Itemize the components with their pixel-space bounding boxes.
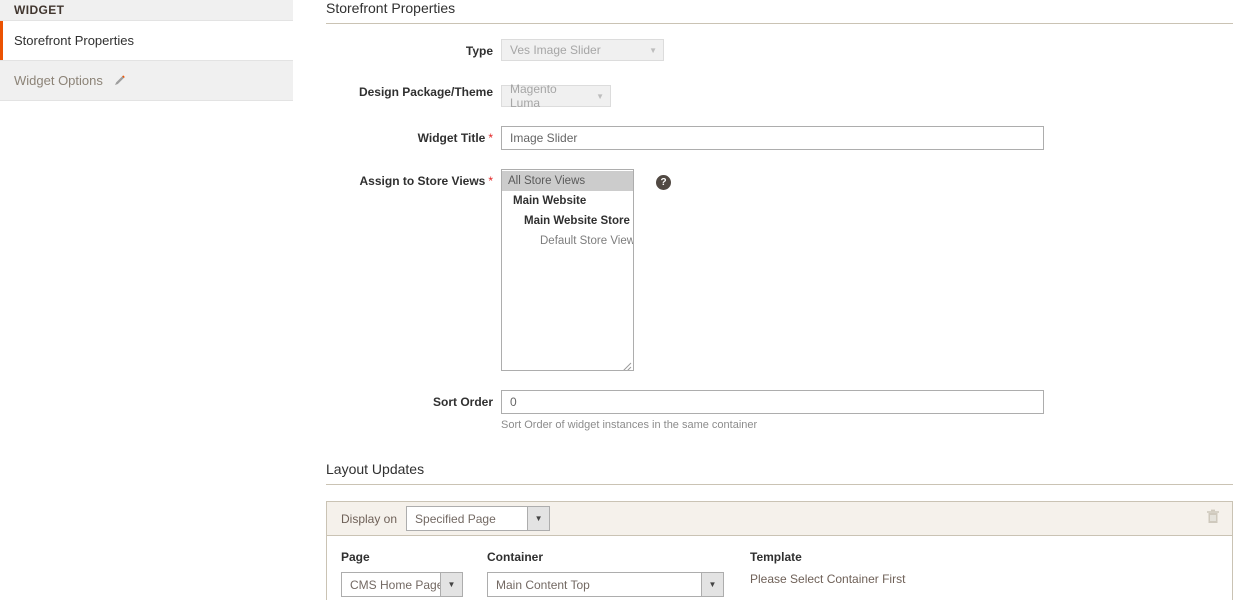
store-view-option-view[interactable]: Default Store View <box>502 231 633 251</box>
layout-update-row: Display on Specified Page ▼ <box>326 501 1233 600</box>
field-row-type: Type Ves Image Slider ▼ <box>326 39 1234 61</box>
field-row-store-views: Assign to Store Views* All Store Views M… <box>326 169 1234 371</box>
type-select: Ves Image Slider ▼ <box>501 39 664 61</box>
widget-title-input[interactable] <box>501 126 1044 150</box>
layout-column-template: Template Please Select Container First <box>750 550 905 597</box>
sidebar-item-label: Storefront Properties <box>14 33 134 48</box>
pencil-icon <box>113 74 126 87</box>
section-divider <box>326 484 1233 485</box>
type-select-value: Ves Image Slider <box>510 43 601 57</box>
field-control-widget-title <box>501 126 1234 150</box>
sidebar-header-title: WIDGET <box>14 3 64 17</box>
field-control-sort-order: Sort Order of widget instances in the sa… <box>501 390 1234 431</box>
page-select-value: CMS Home Page <box>342 573 440 596</box>
field-label-text: Widget Title <box>418 131 486 145</box>
sidebar-item-label: Widget Options <box>14 73 103 88</box>
section-title-storefront: Storefront Properties <box>326 0 1234 23</box>
layout-column-page: Page CMS Home Page ▼ <box>341 550 463 597</box>
sort-order-note: Sort Order of widget instances in the sa… <box>501 419 1234 431</box>
field-row-widget-title: Widget Title* <box>326 126 1234 150</box>
widget-edit-page: WIDGET Storefront Properties Widget Opti… <box>0 0 1258 600</box>
display-on-label: Display on <box>341 512 397 526</box>
sidebar-header: WIDGET <box>0 0 293 21</box>
resize-handle[interactable] <box>622 359 632 369</box>
theme-select: Magento Luma ▼ <box>501 85 611 107</box>
field-control-store-views: All Store Views Main Website Main Websit… <box>501 169 1234 371</box>
container-select-value: Main Content Top <box>488 573 701 596</box>
template-label: Template <box>750 550 905 564</box>
chevron-down-icon[interactable]: ▼ <box>440 573 462 596</box>
field-row-theme: Design Package/Theme Magento Luma ▼ <box>326 80 1234 107</box>
store-view-option-store[interactable]: Main Website Store <box>502 211 633 231</box>
store-views-multiselect[interactable]: All Store Views Main Website Main Websit… <box>501 169 634 371</box>
page-label: Page <box>341 550 463 564</box>
layout-column-container: Container Main Content Top ▼ <box>487 550 724 597</box>
field-label-text: Assign to Store Views <box>360 174 486 188</box>
template-value: Please Select Container First <box>750 572 905 586</box>
field-label-widget-title: Widget Title* <box>326 126 501 145</box>
section-title-layout-updates: Layout Updates <box>326 461 1234 484</box>
chevron-down-icon[interactable]: ▼ <box>527 507 549 530</box>
field-label-theme: Design Package/Theme <box>326 80 501 99</box>
display-on-select[interactable]: Specified Page ▼ <box>406 506 550 531</box>
theme-select-value: Magento Luma <box>510 82 582 110</box>
page-select[interactable]: CMS Home Page ▼ <box>341 572 463 597</box>
help-icon[interactable]: ? <box>656 175 671 190</box>
trash-icon[interactable] <box>1206 509 1220 529</box>
widget-sidebar: WIDGET Storefront Properties Widget Opti… <box>0 0 293 114</box>
sidebar-item-widget-options[interactable]: Widget Options <box>0 61 293 101</box>
field-label-store-views: Assign to Store Views* <box>326 169 501 188</box>
display-on-value: Specified Page <box>407 507 527 530</box>
main-content: Storefront Properties Type Ves Image Sli… <box>326 0 1234 600</box>
chevron-down-icon[interactable]: ▼ <box>701 573 723 596</box>
required-marker: * <box>488 131 493 145</box>
field-label-sort-order: Sort Order <box>326 390 501 409</box>
layout-update-header: Display on Specified Page ▼ <box>327 502 1232 536</box>
container-select[interactable]: Main Content Top ▼ <box>487 572 724 597</box>
layout-updates-section: Layout Updates Display on Specified Page… <box>326 461 1234 600</box>
field-label-type: Type <box>326 39 501 58</box>
field-control-type: Ves Image Slider ▼ <box>501 39 1234 61</box>
field-row-sort-order: Sort Order Sort Order of widget instance… <box>326 390 1234 431</box>
required-marker: * <box>488 174 493 188</box>
layout-update-body: Page CMS Home Page ▼ Container Main Cont… <box>327 536 1232 600</box>
chevron-down-icon: ▼ <box>596 92 604 101</box>
sidebar-item-storefront-properties[interactable]: Storefront Properties <box>0 21 293 61</box>
field-control-theme: Magento Luma ▼ <box>501 80 1234 107</box>
store-view-option-all[interactable]: All Store Views <box>502 171 633 191</box>
container-label: Container <box>487 550 724 564</box>
storefront-form: Type Ves Image Slider ▼ Design Package/T… <box>326 24 1234 431</box>
sort-order-input[interactable] <box>501 390 1044 414</box>
store-view-option-website[interactable]: Main Website <box>502 191 633 211</box>
chevron-down-icon: ▼ <box>649 46 657 55</box>
storefront-properties-section: Storefront Properties Type Ves Image Sli… <box>326 0 1234 431</box>
